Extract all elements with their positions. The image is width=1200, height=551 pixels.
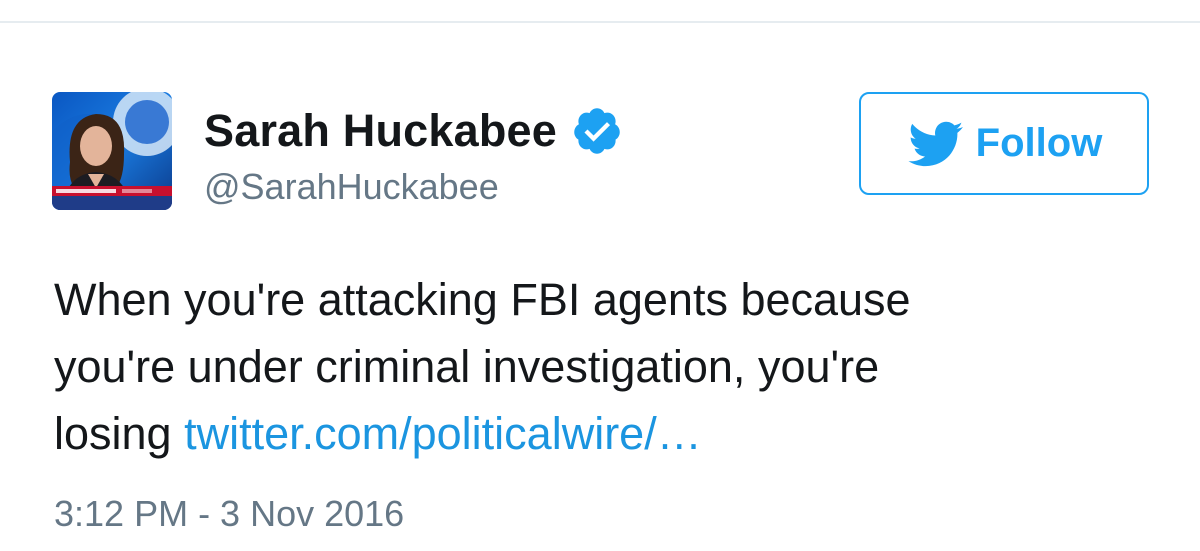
tweet-text-line: you're under criminal investigation, you…: [54, 341, 880, 392]
tweet-text: When you're attacking FBI agents because…: [54, 266, 1164, 467]
author-handle[interactable]: @SarahHuckabee: [204, 166, 499, 208]
verified-badge-icon: [571, 105, 623, 157]
tweet-text-line: When you're attacking FBI agents because: [54, 274, 911, 325]
avatar-photo: [52, 92, 172, 210]
tweet-text-line: losing twitter.com/politicalwire/…: [54, 400, 1164, 467]
follow-button-label: Follow: [975, 121, 1103, 165]
tweet-card: Sarah Huckabee @SarahHuckabee Follow Whe…: [0, 0, 1200, 551]
tweet-link[interactable]: twitter.com/politicalwire/…: [184, 408, 702, 459]
twitter-bird-icon: [906, 120, 964, 168]
tweet-timestamp[interactable]: 3:12 PM - 3 Nov 2016: [54, 493, 404, 535]
avatar[interactable]: [52, 92, 172, 210]
author-name-row: Sarah Huckabee: [204, 96, 623, 166]
tweet-text-segment: losing: [54, 408, 185, 459]
author-display-name[interactable]: Sarah Huckabee: [204, 105, 557, 157]
top-divider: [0, 21, 1200, 23]
follow-button[interactable]: Follow: [859, 92, 1149, 195]
